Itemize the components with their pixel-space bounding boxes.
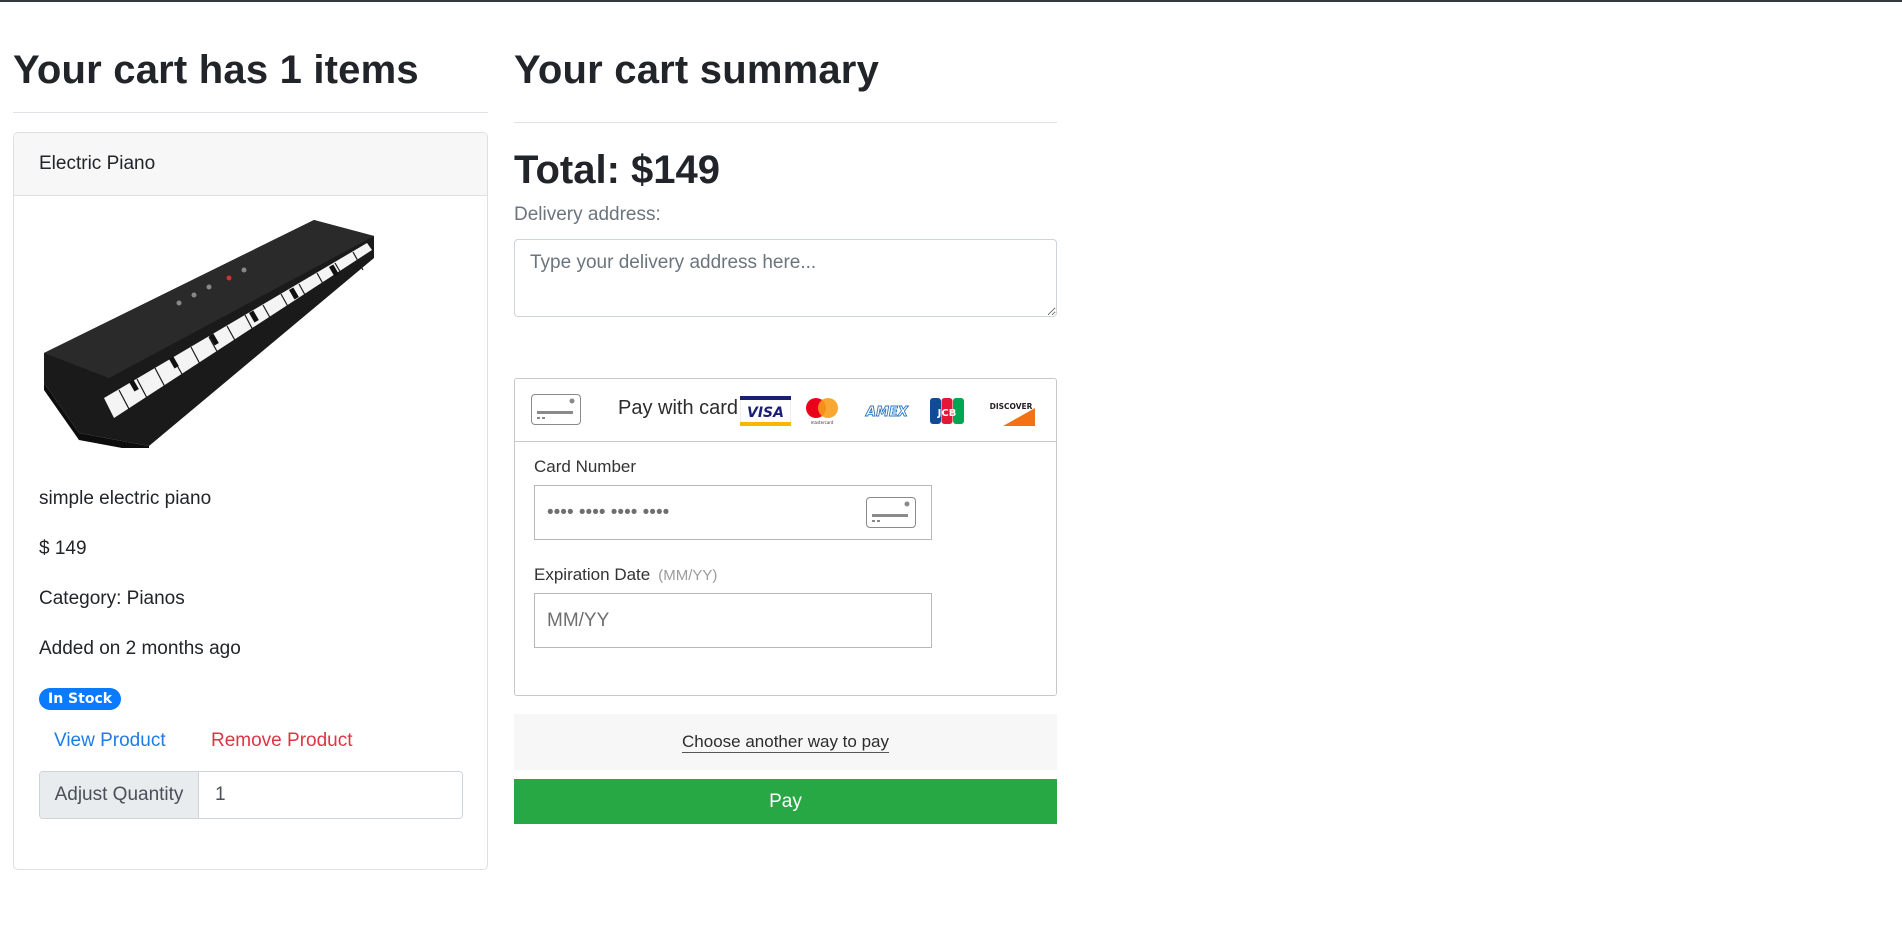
visa-icon: VISA (740, 396, 791, 426)
payment-header: Pay with card VISA mastercard AMEX JCB D… (515, 379, 1056, 442)
quantity-input[interactable] (199, 772, 462, 818)
view-product-link[interactable]: View Product (54, 730, 166, 752)
expiration-date-input[interactable] (534, 593, 932, 648)
svg-text:mastercard: mastercard (811, 420, 834, 425)
amex-icon: AMEX (865, 405, 910, 421)
remove-product-link[interactable]: Remove Product (211, 730, 353, 752)
other-payment-area: Choose another way to pay (514, 714, 1057, 770)
summary-column: Your cart summary Total: $149 Delivery a… (514, 42, 1057, 824)
product-category: Category: Pianos (39, 588, 185, 609)
cart-heading: Your cart has 1 items (13, 48, 419, 92)
pay-with-card-label: Pay with card (618, 397, 739, 419)
product-description: simple electric piano (39, 488, 212, 509)
cart-divider (13, 112, 488, 113)
product-price: $ 149 (39, 538, 87, 559)
product-added-date: Added on 2 months ago (39, 638, 241, 659)
quantity-label: Adjust Quantity (40, 772, 199, 818)
mastercard-icon: mastercard (806, 398, 838, 425)
pay-button[interactable]: Pay (514, 779, 1057, 824)
svg-text:JCB: JCB (937, 408, 957, 419)
summary-heading: Your cart summary (514, 48, 880, 92)
electric-piano-image (44, 220, 374, 448)
expiration-date-label: Expiration Date (MM/YY) (534, 565, 718, 584)
svg-text:AMEX: AMEX (865, 405, 909, 420)
quantity-group: Adjust Quantity (39, 771, 463, 819)
cart-total: Total: $149 (514, 148, 720, 192)
cart-item-header: Electric Piano (14, 133, 487, 196)
card-number-card-icon (866, 497, 916, 528)
summary-divider (514, 122, 1057, 123)
discover-icon: DISCOVER (990, 402, 1035, 426)
cart-column: Your cart has 1 items Electric Piano sim… (13, 42, 488, 870)
product-name: Electric Piano (39, 153, 156, 174)
choose-another-way-link[interactable]: Choose another way to pay (682, 732, 889, 753)
stock-badge: In Stock (39, 688, 122, 710)
expiration-date-hint: (MM/YY) (658, 567, 718, 584)
card-number-label: Card Number (534, 457, 637, 476)
svg-text:VISA: VISA (747, 405, 784, 421)
payment-form: Pay with card VISA mastercard AMEX JCB D… (514, 378, 1057, 696)
cart-item-card: Electric Piano simple electric piano $ 1… (13, 132, 488, 870)
credit-card-icon (531, 394, 581, 425)
svg-text:DISCOVER: DISCOVER (990, 402, 1033, 411)
delivery-address-input[interactable] (514, 239, 1057, 317)
delivery-address-label: Delivery address: (514, 204, 661, 225)
jcb-icon: JCB (930, 398, 964, 424)
